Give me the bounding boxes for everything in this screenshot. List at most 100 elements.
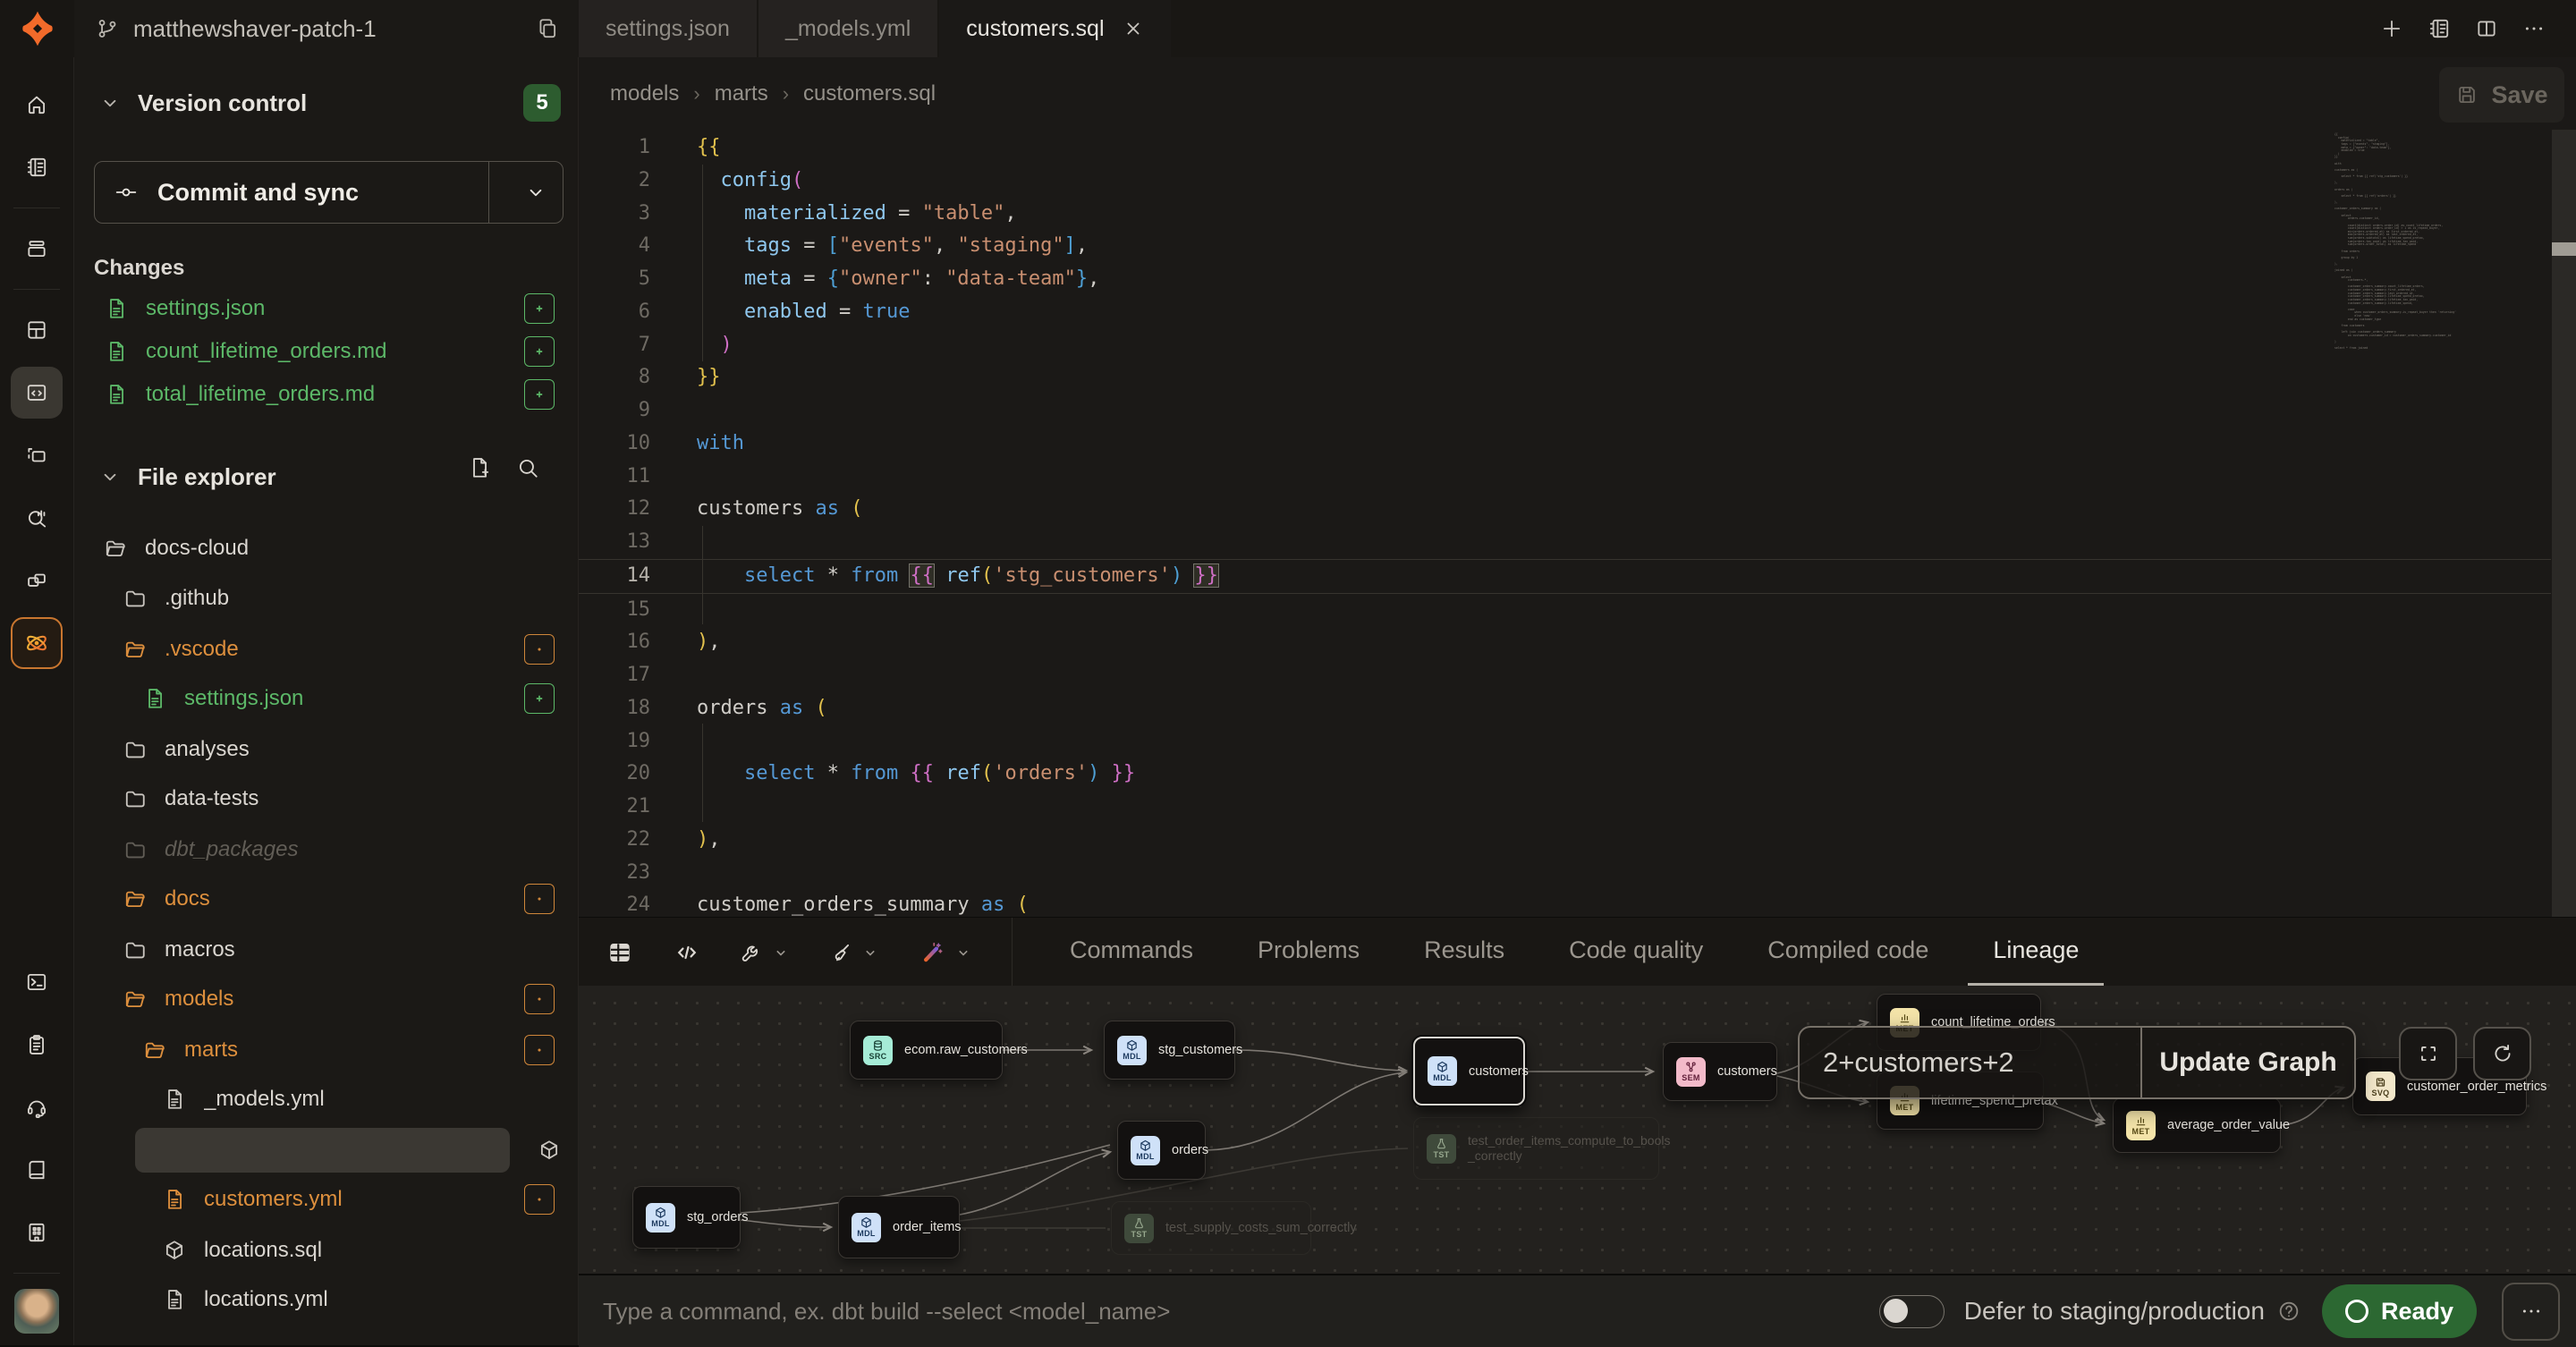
tree-item-analyses[interactable]: analyses [74,727,579,772]
lineage-search-input[interactable]: 2+customers+2 [1800,1028,2140,1097]
code-line-9[interactable]: 9 [579,394,2551,428]
code-line-23[interactable]: 23 [579,857,2551,890]
dbt-logo[interactable] [0,0,75,57]
tree-item-.vscode[interactable]: .vscode [74,627,579,672]
code-line-13[interactable]: 13 [579,526,2551,559]
close-icon[interactable] [1123,18,1144,39]
stage-file-button[interactable] [524,293,555,324]
tab-_models.yml[interactable]: _models.yml [758,0,937,57]
code-line-5[interactable]: 5 meta = {"owner": "data-team"}, [579,263,2551,296]
activity-windows-button[interactable] [11,555,63,606]
chevron-down-icon[interactable] [954,944,972,962]
code-editor[interactable]: 1{{2 config(3 materialized = "table",4 t… [579,130,2576,917]
new-file-icon[interactable] [468,456,491,479]
code-line-20[interactable]: 20 select * from {{ ref('orders') }} [579,758,2551,791]
changed-file-settings.json[interactable]: settings.json [74,287,579,330]
changed-file-count_lifetime_orders.md[interactable]: count_lifetime_orders.md [74,330,579,373]
results-table-icon[interactable] [606,938,634,967]
activity-atom-button[interactable] [11,617,63,669]
activity-tray-button[interactable] [11,223,63,275]
ai-fix-icon[interactable] [919,939,972,966]
code-line-19[interactable]: 19 [579,725,2551,758]
panel-tab-results[interactable]: Results [1399,918,1530,987]
notebook-panel-icon[interactable] [2428,17,2451,40]
code-line-3[interactable]: 3 materialized = "table", [579,198,2551,231]
tab-customers.sql[interactable]: customers.sql [939,0,1170,57]
breadcrumb[interactable]: models›marts›customers.sql [610,57,936,130]
panel-tab-commands[interactable]: Commands [1045,918,1218,987]
build-tools-icon[interactable] [740,941,790,964]
lineage-node-test-order-items[interactable]: TSTtest_order_items_compute_to_bools _co… [1413,1117,1659,1180]
code-preview-icon[interactable] [674,939,700,966]
new-tab-icon[interactable] [2380,17,2403,40]
stage-file-button[interactable] [524,683,555,714]
ready-status-button[interactable]: Ready [2322,1284,2477,1338]
tree-item-locations.sql[interactable]: locations.sql [74,1228,579,1273]
code-line-10[interactable]: 10with [579,428,2551,461]
copy-icon[interactable] [536,17,559,40]
code-line-21[interactable]: 21 [579,791,2551,824]
lineage-node-order-items[interactable]: MDLorder_items [838,1196,960,1258]
activity-code-window-button[interactable] [11,367,63,419]
lineage-node-customers-model[interactable]: MDLcustomers [1413,1037,1525,1106]
tree-item-settings.json[interactable]: settings.json [74,676,579,721]
stage-file-button[interactable] [524,336,555,367]
overflow-menu-icon[interactable] [2522,17,2546,40]
changed-file-total_lifetime_orders.md[interactable]: total_lifetime_orders.md [74,373,579,416]
chevron-down-icon[interactable] [772,944,790,962]
commit-options-chevron-icon[interactable] [509,181,563,204]
split-editor-icon[interactable] [2475,17,2498,40]
branch-widget[interactable]: matthewshaver-patch-1 [74,0,580,57]
code-line-2[interactable]: 2 config( [579,165,2551,198]
file-explorer-header[interactable]: File explorer [98,458,276,496]
activity-clipboard-button[interactable] [11,1019,63,1071]
lineage-node-ecom-raw-customers[interactable]: SRCecom.raw_customers [850,1021,1003,1080]
activity-grid-button[interactable] [11,304,63,356]
code-line-22[interactable]: 22), [579,824,2551,857]
command-input[interactable]: Type a command, ex. dbt build --select <… [603,1298,1879,1326]
stage-file-button[interactable] [524,379,555,410]
format-icon[interactable] [829,941,879,964]
update-graph-button[interactable]: Update Graph [2142,1028,2354,1097]
code-line-6[interactable]: 6 enabled = true [579,296,2551,329]
tree-item-macros[interactable]: macros [74,928,579,972]
fullscreen-button[interactable] [2399,1027,2457,1080]
activity-home-button[interactable] [11,79,63,131]
breadcrumb-item[interactable]: customers.sql [803,81,936,106]
editor-scrollbar[interactable] [2552,130,2576,917]
lineage-node-average-order-value[interactable]: METaverage_order_value [2113,1097,2281,1153]
tree-item-customers.sql[interactable]: customers.sql [74,1128,579,1173]
code-line-8[interactable]: 8}} [579,361,2551,394]
more-options-button[interactable] [2502,1283,2560,1341]
code-line-7[interactable]: 7 ) [579,329,2551,362]
code-line-17[interactable]: 17 [579,659,2551,692]
tree-item-_models.yml[interactable]: _models.yml [74,1077,579,1122]
tree-item-customers.yml[interactable]: customers.yml [74,1177,579,1222]
panel-tab-compiled-code[interactable]: Compiled code [1742,918,1953,987]
activity-headset-button[interactable] [11,1081,63,1133]
refresh-graph-button[interactable] [2473,1027,2531,1080]
save-button[interactable]: Save [2439,67,2564,123]
code-line-11[interactable]: 11 [579,461,2551,494]
lineage-node-customers-semantic[interactable]: SEMcustomers [1663,1042,1777,1101]
tree-item-.github[interactable]: .github [74,576,579,621]
lineage-node-test-supply-costs[interactable]: TSTtest_supply_costs_sum_correctly [1111,1201,1311,1255]
code-line-14[interactable]: 14 select * from {{ ref('stg_customers')… [579,559,2551,594]
code-line-16[interactable]: 16), [579,626,2551,659]
breadcrumb-item[interactable]: marts [715,81,768,106]
lineage-node-stg-orders[interactable]: MDLstg_orders [632,1186,741,1249]
tree-item-data-tests[interactable]: data-tests [74,776,579,821]
help-icon[interactable] [2277,1300,2301,1323]
panel-tab-code-quality[interactable]: Code quality [1544,918,1728,987]
tab-settings.json[interactable]: settings.json [579,0,757,57]
commit-and-sync-button[interactable]: Commit and sync [94,161,564,224]
lineage-node-orders[interactable]: MDLorders [1117,1121,1206,1180]
panel-tab-lineage[interactable]: Lineage [1968,918,2104,987]
version-control-header[interactable]: Version control [98,84,307,122]
activity-book-button[interactable] [11,1144,63,1196]
breadcrumb-item[interactable]: models [610,81,679,106]
tree-item-docs[interactable]: docs [74,877,579,921]
code-line-24[interactable]: 24customer_orders_summary as ( [579,889,2551,917]
minimap[interactable]: {{ config( materialized = "table", tags … [2334,133,2549,351]
lineage-canvas[interactable]: SRCecom.raw_customersMDLstg_customersMDL… [579,986,2576,1274]
